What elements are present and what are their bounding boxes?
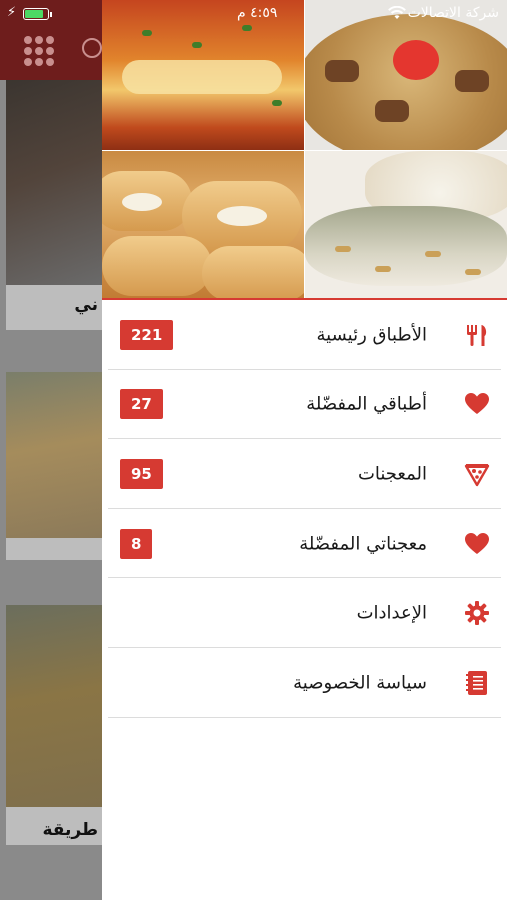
drawer-menu: 221 الأطباق رئيسية 27 أطباقي المفضّلة 95… [102, 300, 507, 718]
menu-item-pastries[interactable]: 95 المعجنات [102, 439, 507, 509]
recipe-image [6, 372, 102, 538]
count-badge: 95 [120, 458, 163, 489]
utensils-icon [463, 321, 491, 349]
menu-item-settings[interactable]: الإعدادات [102, 578, 507, 648]
count-badge: 221 [120, 319, 174, 350]
drawer-header-images [102, 0, 507, 300]
menu-item-label: سياسة الخصوصية [293, 672, 427, 694]
heart-icon [463, 390, 491, 418]
document-icon [463, 669, 491, 697]
charging-icon: ⚡ [7, 5, 17, 20]
recipe-title: طريقة [42, 820, 98, 840]
count-badge: 8 [120, 528, 153, 559]
pastry-image [102, 151, 304, 300]
side-drawer: 221 الأطباق رئيسية 27 أطباقي المفضّلة 95… [102, 0, 507, 900]
recipe-image [6, 80, 102, 285]
recipe-card[interactable]: ني [6, 80, 102, 330]
menu-item-privacy-policy[interactable]: سياسة الخصوصية [102, 648, 507, 718]
menu-item-favorite-dishes[interactable]: 27 أطباقي المفضّلة [102, 370, 507, 440]
wifi-icon [388, 6, 406, 19]
menu-item-label: المعجنات [357, 463, 427, 485]
search-icon[interactable] [82, 38, 102, 58]
status-bar: ⚡ ٤:٥٩ م شركة الاتصالات [0, 0, 507, 28]
menu-item-label: الإعدادات [356, 602, 427, 624]
recipe-card[interactable] [6, 372, 102, 560]
fish-rice-image [305, 151, 507, 300]
menu-item-label: معجناتي المفضّلة [299, 533, 427, 555]
recipe-image [6, 605, 102, 807]
menu-item-main-dishes[interactable]: 221 الأطباق رئيسية [102, 300, 507, 370]
carrier-name: شركة الاتصالات [407, 5, 499, 21]
gear-icon [463, 599, 491, 627]
grid-menu-icon[interactable] [24, 36, 54, 66]
count-badge: 27 [120, 389, 163, 420]
heart-icon [463, 530, 491, 558]
pizza-slice-icon [463, 460, 491, 488]
menu-item-label: أطباقي المفضّلة [306, 393, 427, 415]
battery-icon [23, 8, 52, 20]
status-time: ٤:٥٩ م [237, 5, 278, 21]
menu-item-favorite-pastries[interactable]: 8 معجناتي المفضّلة [102, 509, 507, 579]
recipe-card[interactable]: طريقة [6, 605, 102, 845]
recipe-title: ني [74, 295, 98, 315]
menu-item-label: الأطباق رئيسية [316, 324, 427, 346]
